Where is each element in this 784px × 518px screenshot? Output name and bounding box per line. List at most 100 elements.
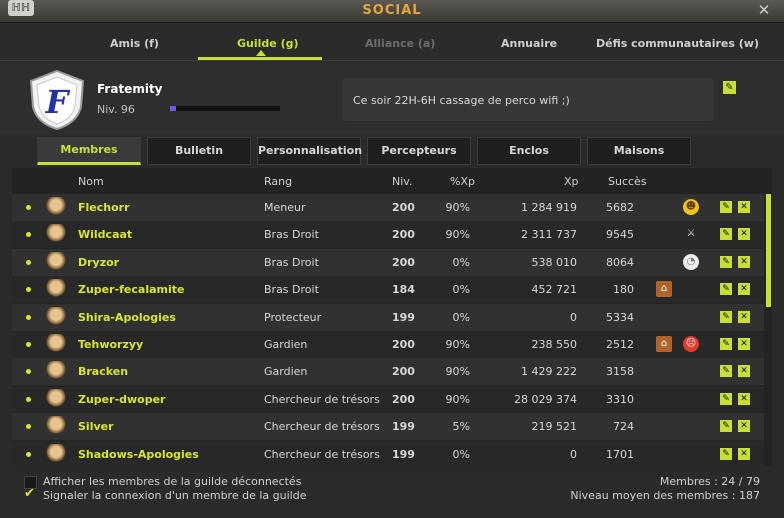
house-icon[interactable]: ⌂: [656, 281, 672, 298]
member-xp: 28 029 374: [514, 392, 577, 406]
table-row[interactable]: Wildcaat Bras Droit 200 90% 2 311 737 9545 ⚔ ✎ ✕: [12, 221, 764, 249]
edit-member-button[interactable]: ✎: [720, 283, 732, 296]
notify-checkbox[interactable]: ✔: [24, 486, 35, 501]
member-xp: 452 721: [531, 283, 578, 297]
angry-emote-icon: ☹: [683, 336, 699, 352]
member-name[interactable]: Zuper-fecalamite: [78, 283, 184, 296]
member-name[interactable]: Bracken: [78, 365, 128, 378]
table-row[interactable]: Tehworzyy Gardien 200 90% 238 550 2512 ⌂ ☹ ✎ ✕: [12, 331, 764, 358]
kick-member-button[interactable]: ✕: [738, 392, 750, 405]
subtab-bulletin[interactable]: Bulletin: [147, 137, 251, 165]
member-name[interactable]: Shira-Apologies: [78, 311, 176, 324]
subtab-membres[interactable]: Membres: [37, 137, 141, 165]
edit-member-button[interactable]: ✎: [720, 338, 732, 350]
edit-member-button[interactable]: ✎: [720, 447, 732, 460]
show-offline-label: Afficher les membres de la guilde déconn…: [43, 475, 302, 488]
member-level: 200: [392, 255, 415, 269]
subtab-enclos[interactable]: Enclos: [477, 137, 581, 165]
tab-annuaire[interactable]: Annuaire: [501, 37, 557, 50]
member-success: 9545: [606, 228, 634, 242]
member-xp: 538 010: [531, 255, 578, 269]
online-status-icon: [26, 314, 31, 320]
member-name[interactable]: Dryzor: [78, 256, 119, 269]
member-name[interactable]: Tehworzyy: [78, 338, 143, 351]
house-icon[interactable]: ⌂: [656, 336, 672, 352]
member-name[interactable]: Shadows-Apologies: [78, 448, 199, 461]
subtab-personnalisation[interactable]: Personnalisation: [257, 137, 362, 165]
kick-member-button[interactable]: ✕: [738, 228, 750, 241]
col-level[interactable]: Niv.: [392, 175, 412, 188]
member-name[interactable]: Zuper-dwoper: [78, 393, 165, 406]
kick-member-button[interactable]: ✕: [738, 310, 750, 323]
member-rank: Meneur: [264, 201, 306, 214]
table-row[interactable]: Shira-Apologies Protecteur 199 0% 0 5334 ✎ ✕: [12, 303, 764, 331]
close-icon[interactable]: ✕: [754, 1, 774, 19]
member-rank: Bras Droit: [264, 255, 319, 269]
subtab-maisons[interactable]: Maisons: [587, 137, 691, 165]
kick-member-button[interactable]: ✕: [738, 201, 750, 213]
kick-member-button[interactable]: ✕: [738, 420, 750, 433]
edit-member-button[interactable]: ✎: [720, 201, 732, 213]
member-level: 200: [392, 228, 415, 242]
col-xp-pct[interactable]: %Xp: [450, 175, 475, 188]
member-rank: Chercheur de trésors: [264, 392, 380, 406]
member-rank: Gardien: [264, 365, 308, 379]
footer: Afficher les membres de la guilde déconn…: [0, 466, 784, 518]
member-avatar: [46, 361, 66, 382]
scrollbar[interactable]: [766, 194, 771, 307]
edit-member-button[interactable]: ✎: [720, 310, 732, 323]
edit-message-button[interactable]: ✎: [723, 81, 736, 94]
member-success: 1701: [606, 447, 634, 461]
member-level: 200: [392, 392, 415, 406]
edit-member-button[interactable]: ✎: [720, 255, 732, 268]
edit-member-button[interactable]: ✎: [720, 365, 732, 378]
col-rank[interactable]: Rang: [264, 175, 292, 188]
kick-member-button[interactable]: ✕: [738, 283, 750, 296]
tab-alliance[interactable]: Alliance (a): [365, 37, 435, 50]
online-status-icon: [26, 424, 31, 430]
kick-member-button[interactable]: ✕: [738, 447, 750, 460]
tab-guilde[interactable]: Guilde (g): [237, 37, 299, 50]
member-xp: 238 550: [531, 338, 578, 351]
subtab-percepteurs[interactable]: Percepteurs: [367, 137, 471, 165]
tab-defis[interactable]: Défis communautaires (w): [596, 37, 759, 50]
edit-member-button[interactable]: ✎: [720, 420, 732, 433]
member-success: 5682: [606, 201, 634, 214]
member-name[interactable]: Wildcaat: [78, 228, 132, 241]
online-status-icon: [26, 451, 31, 457]
col-success[interactable]: Succès: [608, 175, 647, 188]
tab-amis[interactable]: Amis (f): [110, 37, 159, 50]
table-row[interactable]: Silver Chercheur de trésors 199 5% 219 521 72…: [12, 413, 764, 441]
member-level: 199: [392, 420, 415, 434]
online-status-icon: [26, 205, 31, 210]
window-titlebar: ℍℍ SOCIAL ✕: [0, 0, 784, 23]
member-name[interactable]: Silver: [78, 420, 114, 433]
table-row[interactable]: Zuper-fecalamite Bras Droit 184 0% 452 721 18…: [12, 276, 764, 304]
kick-member-button[interactable]: ✕: [738, 255, 750, 268]
edit-member-button[interactable]: ✎: [720, 228, 732, 241]
table-row[interactable]: Shadows-Apologies Chercheur de trésors 199…: [12, 440, 764, 468]
table-row[interactable]: Bracken Gardien 200 90% 1 429 222 3158 ✎ ✕: [12, 358, 764, 386]
member-success: 3158: [606, 365, 634, 379]
member-name[interactable]: Flechorr: [78, 201, 130, 214]
member-xp-pct: 90%: [445, 228, 470, 242]
col-name[interactable]: Nom: [78, 175, 104, 188]
member-xp-pct: 90%: [445, 201, 470, 214]
kick-member-button[interactable]: ✕: [738, 365, 750, 378]
table-row[interactable]: Zuper-dwoper Chercheur de trésors 200 90% 28…: [12, 385, 764, 413]
table-row[interactable]: Flechorr Meneur 200 90% 1 284 919 5682 ☻ ✎ ✕: [12, 194, 764, 221]
col-xp[interactable]: Xp: [564, 175, 579, 188]
kick-member-button[interactable]: ✕: [738, 338, 750, 350]
member-xp: 219 521: [531, 420, 578, 434]
member-xp: 0: [570, 447, 577, 461]
table-row[interactable]: Dryzor Bras Droit 200 0% 538 010 8064 ◔ ✎ ✕: [12, 248, 764, 276]
bandage-emote-icon: ◔: [683, 253, 699, 270]
edit-member-button[interactable]: ✎: [720, 392, 732, 405]
member-success: 2512: [606, 338, 634, 351]
guild-xp-bar: [170, 106, 280, 111]
guild-xp-fill: [170, 106, 176, 111]
member-xp-pct: 90%: [445, 392, 470, 406]
active-tab-indicator: [256, 50, 266, 56]
member-avatar: [46, 224, 66, 245]
svg-text:F: F: [45, 83, 71, 121]
